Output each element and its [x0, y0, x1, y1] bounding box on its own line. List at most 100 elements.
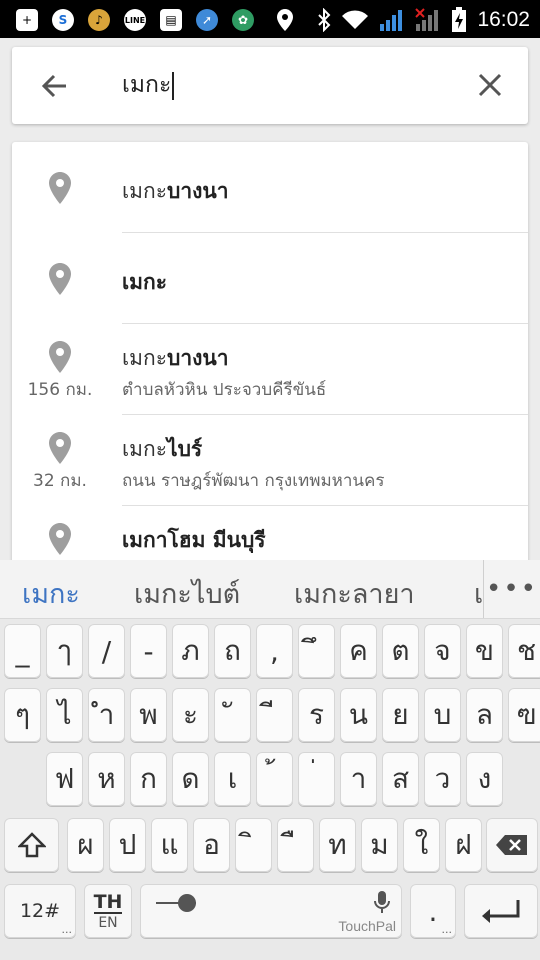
character-key[interactable]: บ: [424, 688, 461, 742]
character-key[interactable]: แ: [151, 818, 188, 872]
character-key[interactable]: ต: [382, 624, 419, 678]
place-pin-icon: [49, 432, 71, 464]
character-key[interactable]: -: [130, 624, 167, 678]
character-key[interactable]: ส: [382, 752, 419, 806]
character-key[interactable]: ค: [340, 624, 377, 678]
character-key[interactable]: ำ: [88, 688, 125, 742]
character-key[interactable]: _: [4, 624, 41, 678]
character-key[interactable]: เ: [214, 752, 251, 806]
character-key[interactable]: ะ: [172, 688, 209, 742]
character-key[interactable]: ท: [319, 818, 356, 872]
character-key[interactable]: ่: [298, 752, 335, 806]
candidate-word[interactable]: เมกะ: [22, 572, 80, 615]
bluetooth-icon: [318, 8, 331, 32]
status-bar: + S ♪ LINE ▤ ➚ ✿ 16:02: [0, 0, 540, 38]
place-pin-icon: [49, 172, 71, 204]
character-key[interactable]: จ: [424, 624, 461, 678]
character-key[interactable]: ไ: [46, 688, 83, 742]
more-candidates-button[interactable]: •••: [483, 560, 540, 618]
location-icon: [277, 9, 293, 31]
candidate-bar: เมกะ เมกะไบต์ เมกะลายา เ •••: [0, 560, 540, 619]
character-key[interactable]: ,: [256, 624, 293, 678]
line-app-icon: LINE: [124, 9, 146, 31]
suggestion-item[interactable]: เมกะ: [12, 233, 528, 323]
character-key[interactable]: พ: [130, 688, 167, 742]
space-key[interactable]: TouchPal: [140, 884, 402, 938]
add-notification-icon: +: [16, 9, 38, 31]
character-key[interactable]: ผ: [67, 818, 104, 872]
search-bar: เมกะ: [12, 47, 528, 124]
character-key[interactable]: ั: [214, 688, 251, 742]
character-key[interactable]: ื: [277, 818, 314, 872]
period-label: .: [428, 894, 438, 928]
search-query-text: เมกะ: [122, 72, 172, 98]
keyboard: เมกะ เมกะไบต์ เมกะลายา เ ••• _ๅ/-ภถ,ึคตจ…: [0, 560, 540, 960]
character-key[interactable]: อ: [193, 818, 230, 872]
character-key[interactable]: ล: [466, 688, 503, 742]
character-key[interactable]: น: [340, 688, 377, 742]
gear-app-icon: ✿: [232, 9, 254, 31]
suggestion-address: ถนน ราษฎร์พัฒนา กรุงเทพมหานคร: [122, 471, 385, 491]
character-key[interactable]: ๆ: [4, 688, 41, 742]
period-key[interactable]: . ...: [410, 884, 456, 938]
suggestion-item[interactable]: 156 กม. เมกะบางนา ตำบลหัวหิน ประจวบคีรีข…: [12, 324, 528, 414]
character-key[interactable]: ช: [508, 624, 540, 678]
character-key[interactable]: ด: [172, 752, 209, 806]
character-key[interactable]: ้: [256, 752, 293, 806]
candidate-word[interactable]: เมกะลายา: [294, 572, 415, 615]
clock: 16:02: [477, 8, 530, 31]
character-key[interactable]: ี: [256, 688, 293, 742]
backspace-key[interactable]: [486, 818, 538, 872]
suggestion-item[interactable]: เมกะบางนา: [12, 142, 528, 232]
candidate-word[interactable]: เมกะไบต์: [134, 572, 240, 615]
character-key[interactable]: ภ: [172, 624, 209, 678]
key-more-dots: ...: [61, 923, 73, 936]
numbers-key-label: 12#: [19, 900, 61, 922]
character-key[interactable]: ิ: [235, 818, 272, 872]
suggestion-title: เมกะบางนา: [122, 346, 229, 370]
place-pin-icon: [49, 523, 71, 555]
signal-icon: [380, 10, 403, 31]
enter-arrow-icon: [482, 900, 520, 923]
language-switch-key[interactable]: TH EN: [84, 884, 132, 938]
text-cursor: [172, 71, 175, 100]
back-arrow-icon[interactable]: [38, 69, 72, 103]
close-icon[interactable]: [474, 69, 506, 101]
character-key[interactable]: ร: [298, 688, 335, 742]
character-key[interactable]: ป: [109, 818, 146, 872]
character-key[interactable]: ก: [130, 752, 167, 806]
character-key[interactable]: ถ: [214, 624, 251, 678]
suggestion-list: เมกะบางนา เมกะ 156 กม. เมกะบางนา ตำบลหัว…: [12, 142, 528, 572]
rocket-app-icon: ➚: [196, 9, 218, 31]
character-key[interactable]: ฃ: [508, 688, 540, 742]
wifi-icon: [342, 10, 369, 29]
microphone-icon: [374, 891, 390, 913]
character-key[interactable]: /: [88, 624, 125, 678]
character-key[interactable]: ว: [424, 752, 461, 806]
character-key[interactable]: ย: [382, 688, 419, 742]
character-key[interactable]: ฝ: [445, 818, 482, 872]
place-pin-icon: [49, 341, 71, 373]
suggestion-title: เมกะ: [122, 270, 168, 294]
suggestion-title: เมกะไบร์: [122, 437, 203, 461]
character-key[interactable]: ึ: [298, 624, 335, 678]
candidate-word[interactable]: เ: [474, 572, 483, 615]
character-key[interactable]: ๅ: [46, 624, 83, 678]
character-key[interactable]: ง: [466, 752, 503, 806]
suggestion-title: เมกะบางนา: [122, 179, 229, 203]
suggestion-item[interactable]: 32 กม. เมกะไบร์ ถนน ราษฎร์พัฒนา กรุงเทพม…: [12, 415, 528, 505]
distance-label: 156 กม.: [27, 380, 93, 400]
character-key[interactable]: ฟ: [46, 752, 83, 806]
character-key[interactable]: า: [340, 752, 377, 806]
character-key[interactable]: ม: [361, 818, 398, 872]
skype-icon: S: [52, 9, 74, 31]
search-input[interactable]: เมกะ: [122, 67, 175, 103]
character-key[interactable]: ห: [88, 752, 125, 806]
character-key[interactable]: ใ: [403, 818, 440, 872]
enter-key[interactable]: [464, 884, 538, 938]
suggestion-title: เมกาโฮม มีนบุรี: [122, 528, 266, 552]
suggestion-address: ตำบลหัวหิน ประจวบคีรีขันธ์: [122, 380, 327, 400]
shift-key[interactable]: [4, 818, 59, 872]
character-key[interactable]: ข: [466, 624, 503, 678]
numbers-key[interactable]: 12# ...: [4, 884, 76, 938]
